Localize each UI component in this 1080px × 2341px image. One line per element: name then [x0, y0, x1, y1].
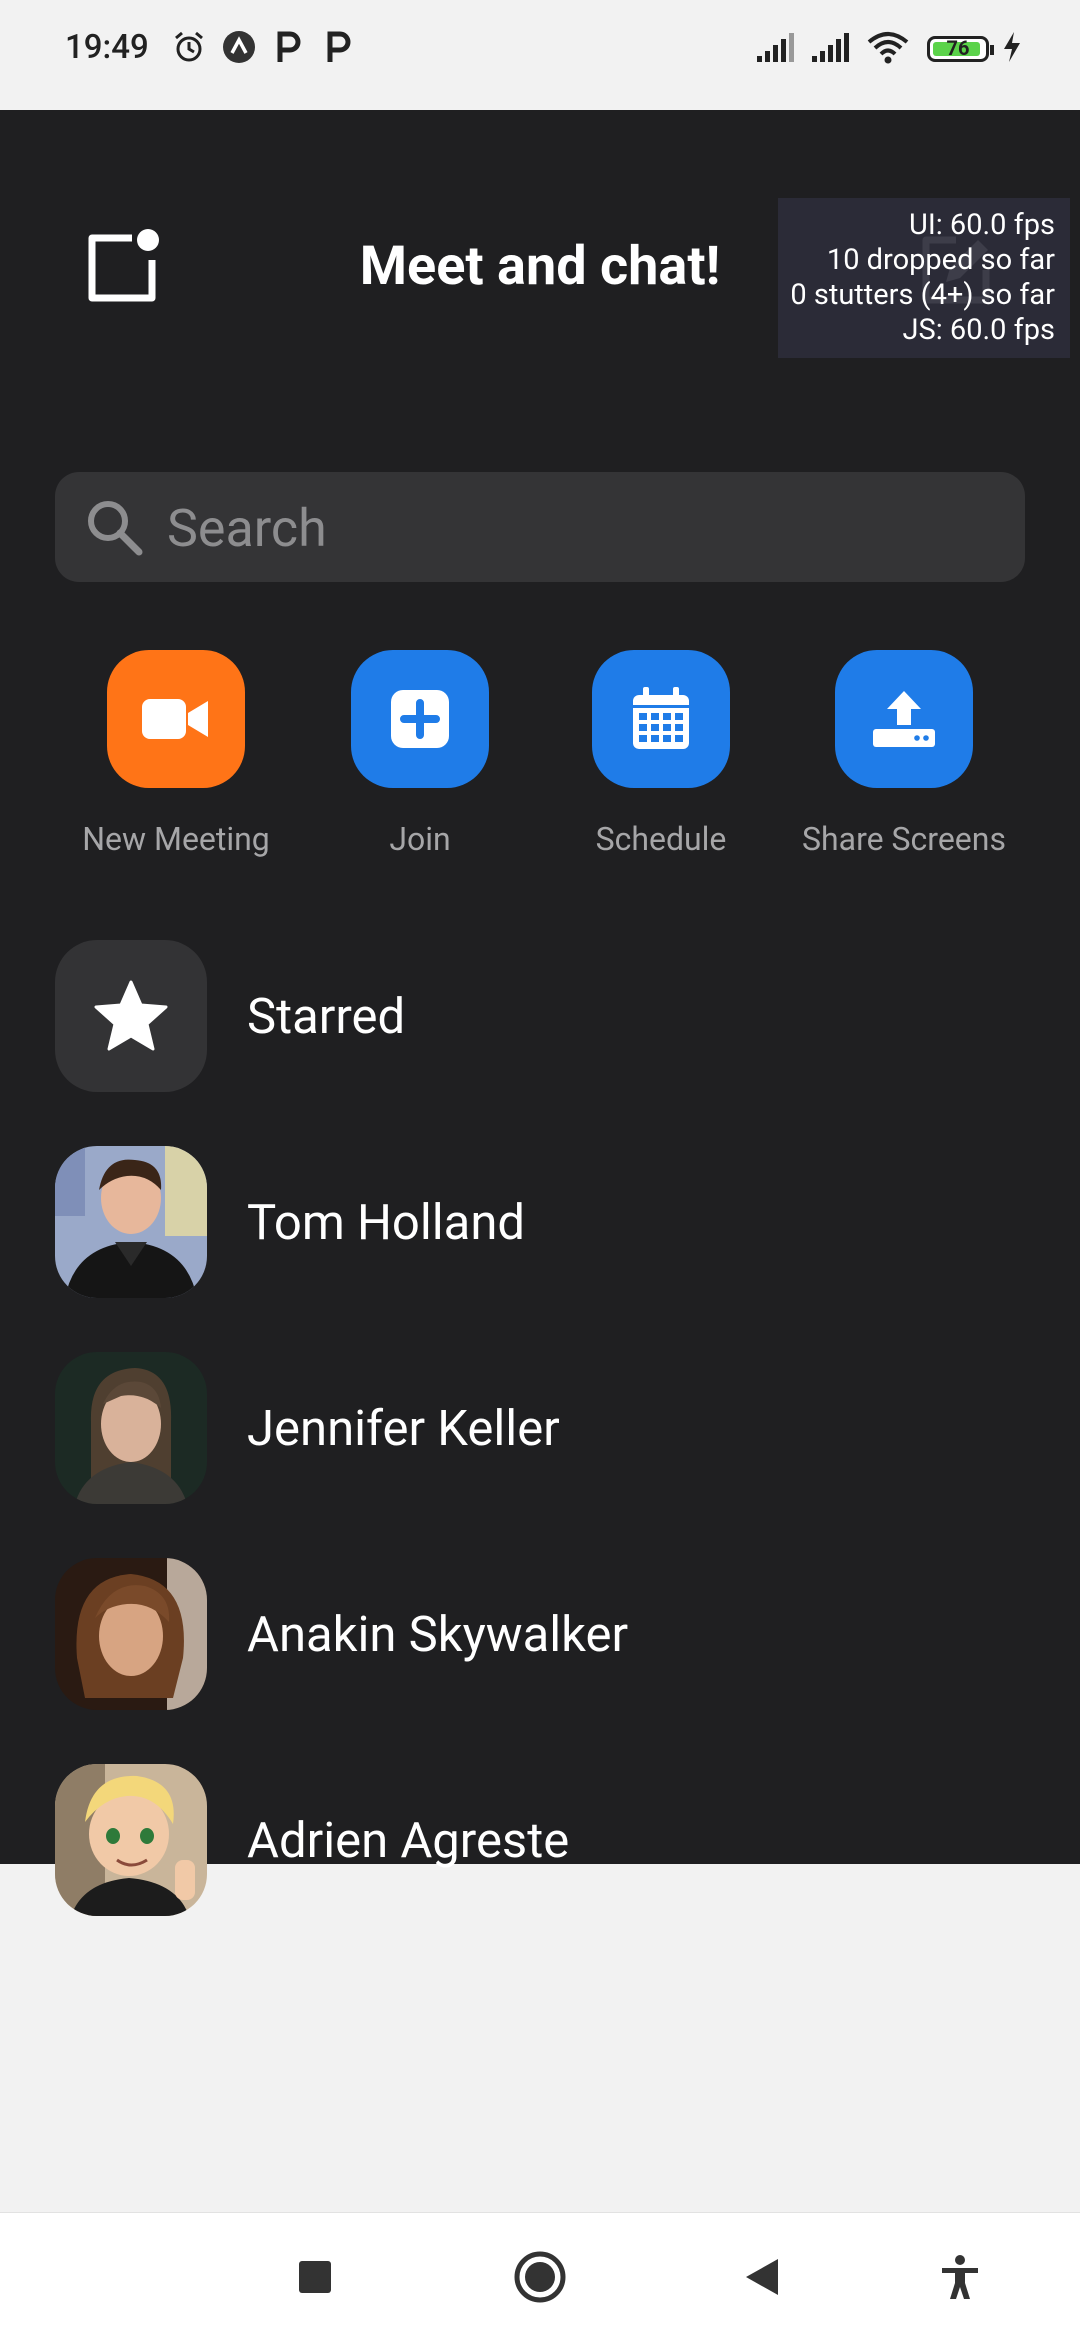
battery-percent: 76 — [946, 36, 970, 60]
new-meeting-label: New Meeting — [82, 820, 270, 858]
calendar-icon — [633, 687, 689, 749]
parking-icon — [277, 31, 301, 62]
back-triangle-icon — [746, 2259, 778, 2295]
square-icon — [299, 2261, 331, 2293]
signal-icon — [757, 33, 794, 62]
list-item-label: Starred — [247, 988, 406, 1045]
list-item-label: Tom Holland — [247, 1194, 526, 1251]
new-meeting-tile[interactable] — [107, 650, 245, 788]
quick-actions: New Meeting Join Schedule Share Screens — [0, 650, 1080, 870]
share-screens-tile[interactable] — [835, 650, 973, 788]
wifi-icon — [867, 32, 909, 64]
accessibility-button[interactable] — [928, 2245, 992, 2309]
list-item-contact[interactable]: Tom Holland — [55, 1146, 1035, 1298]
avatar — [55, 1764, 207, 1916]
list-item-starred[interactable]: Starred — [55, 940, 1035, 1092]
plus-square-icon — [391, 690, 449, 748]
schedule-label: Schedule — [595, 820, 727, 858]
list-item-contact[interactable]: Jennifer Keller — [55, 1352, 1035, 1504]
back-button[interactable] — [730, 2245, 794, 2309]
home-button[interactable] — [508, 2245, 572, 2309]
search-input[interactable] — [165, 490, 989, 566]
signal-icon — [812, 33, 849, 62]
list-item-label: Jennifer Keller — [247, 1400, 560, 1457]
join-tile[interactable] — [351, 650, 489, 788]
perf-overlay: UI: 60.0 fps 10 dropped so far 0 stutter… — [778, 198, 1070, 358]
accessibility-icon — [942, 2255, 978, 2299]
status-bar: 19:49 76 — [0, 0, 1080, 110]
battery-icon: 76 — [927, 36, 994, 62]
list-item-contact[interactable]: Adrien Agreste — [55, 1764, 1035, 1916]
schedule-button[interactable]: Schedule — [531, 650, 791, 858]
avatar — [55, 1146, 207, 1298]
upload-icon — [873, 691, 935, 747]
recents-button[interactable] — [283, 2245, 347, 2309]
join-button[interactable]: Join — [290, 650, 550, 858]
list-item-label: Anakin Skywalker — [247, 1606, 629, 1663]
list-item-label: Adrien Agreste — [247, 1812, 570, 1869]
search-bar[interactable] — [55, 472, 1025, 582]
new-meeting-button[interactable]: New Meeting — [46, 650, 306, 858]
share-screens-button[interactable]: Share Screens — [774, 650, 1034, 858]
share-screens-label: Share Screens — [802, 820, 1006, 858]
app-badge-icon — [223, 31, 255, 63]
home-circle-icon — [514, 2251, 566, 2303]
join-label: Join — [389, 820, 451, 858]
navigation-bar — [0, 2212, 1080, 2341]
perf-js-fps: JS: 60.0 fps — [902, 313, 1055, 347]
avatar — [55, 1558, 207, 1710]
star-icon — [94, 980, 168, 1051]
perf-dropped: 10 dropped so far — [826, 243, 1055, 277]
status-time: 19:49 — [65, 28, 149, 67]
charging-icon — [1004, 32, 1020, 62]
perf-stutters: 0 stutters (4+) so far — [790, 278, 1055, 312]
parking-icon — [327, 31, 351, 62]
avatar — [55, 1352, 207, 1504]
perf-ui-fps: UI: 60.0 fps — [909, 208, 1055, 242]
starred-tile — [55, 940, 207, 1092]
schedule-tile[interactable] — [592, 650, 730, 788]
video-camera-icon — [142, 699, 208, 739]
alarm-icon — [175, 31, 203, 62]
app-screen: Meet and chat! UI: 60.0 fps 10 dropped s… — [0, 110, 1080, 1916]
search-icon — [88, 501, 143, 556]
list-item-contact[interactable]: Anakin Skywalker — [55, 1558, 1035, 1710]
